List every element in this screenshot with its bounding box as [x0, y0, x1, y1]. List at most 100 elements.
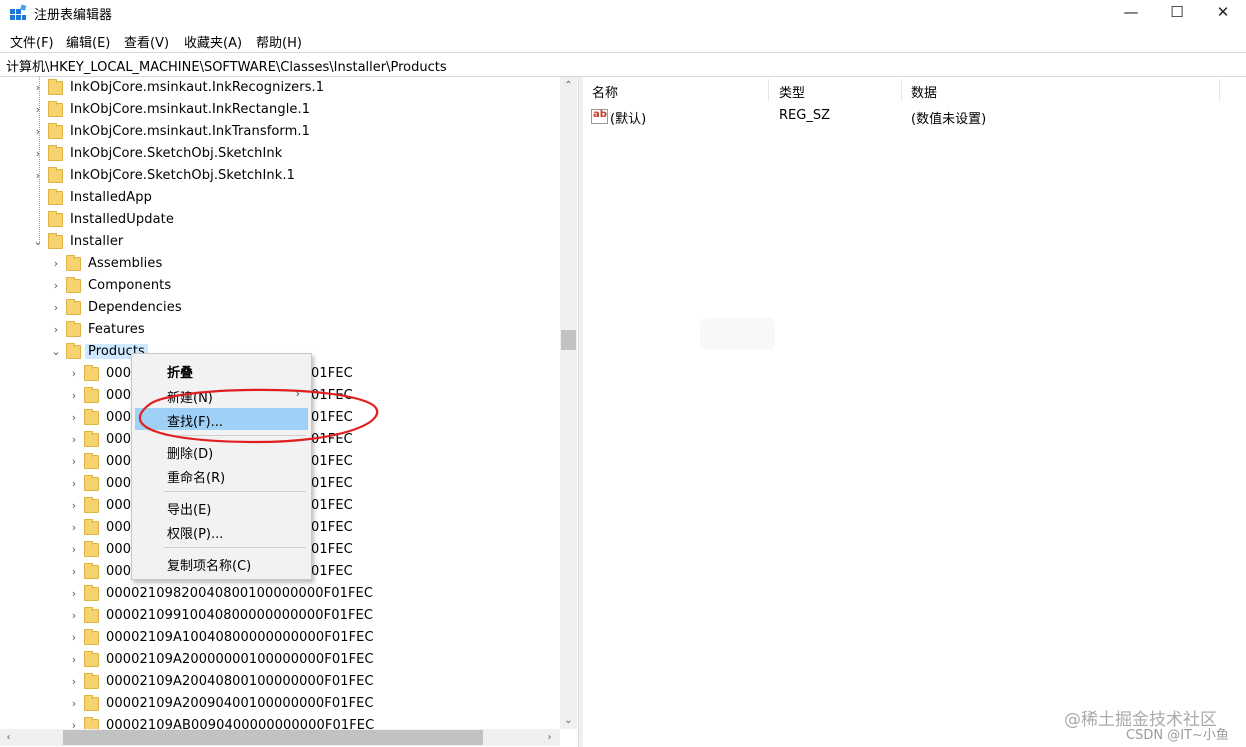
- tree-node-label[interactable]: 00002109820040800100000000F01FEC: [106, 586, 373, 601]
- menu-item-rename[interactable]: 重命名(R): [135, 464, 308, 486]
- tree-node[interactable]: › Assemblies: [0, 254, 560, 276]
- minimize-button[interactable]: —: [1108, 0, 1154, 26]
- expand-chevron-icon[interactable]: ›: [69, 544, 79, 556]
- tree-node[interactable]: › 00002109820040800100000000F01FEC: [0, 584, 560, 606]
- tree-node-label[interactable]: Features: [88, 322, 145, 337]
- expand-chevron-icon[interactable]: ›: [51, 324, 61, 336]
- tree-node-label[interactable]: 000: [106, 388, 131, 403]
- tree-node-label[interactable]: 00002109910040800000000000F01FEC: [106, 608, 373, 623]
- tree-node-label[interactable]: InkObjCore.SketchObj.SketchInk: [70, 146, 282, 161]
- tree-node-label[interactable]: Components: [88, 278, 171, 293]
- tree-node-label[interactable]: 000: [106, 520, 131, 535]
- column-separator[interactable]: [768, 79, 769, 101]
- values-pane[interactable]: 名称 类型 数据 ab (默认) REG_SZ (数值未设置): [583, 77, 1246, 747]
- expand-chevron-icon[interactable]: ›: [33, 104, 43, 116]
- address-bar[interactable]: 计算机\HKEY_LOCAL_MACHINE\SOFTWARE\Classes\…: [0, 52, 1246, 77]
- expand-chevron-icon[interactable]: ›: [69, 368, 79, 380]
- tree-node[interactable]: InstalledUpdate: [0, 210, 560, 232]
- tree-node-label[interactable]: InkObjCore.msinkaut.InkRecognizers.1: [70, 80, 324, 95]
- menu-favorites[interactable]: 收藏夹(A): [184, 32, 242, 51]
- menu-item-find[interactable]: 查找(F)...: [135, 408, 308, 430]
- tree-node[interactable]: › InkObjCore.msinkaut.InkRectangle.1: [0, 100, 560, 122]
- tree-node-label[interactable]: 000: [106, 454, 131, 469]
- expand-chevron-icon[interactable]: ›: [51, 302, 61, 314]
- expand-chevron-icon[interactable]: ›: [69, 566, 79, 578]
- column-header-data[interactable]: 数据: [911, 82, 937, 102]
- expand-chevron-icon[interactable]: ›: [69, 698, 79, 710]
- tree-node[interactable]: › InkObjCore.msinkaut.InkRecognizers.1: [0, 78, 560, 100]
- expand-chevron-icon[interactable]: ›: [69, 500, 79, 512]
- tree-node[interactable]: › InkObjCore.SketchObj.SketchInk: [0, 144, 560, 166]
- menu-item-export[interactable]: 导出(E): [135, 496, 308, 518]
- scroll-left-arrow-icon[interactable]: ‹: [0, 729, 17, 746]
- collapse-chevron-icon[interactable]: ⌄: [33, 236, 43, 248]
- menu-help[interactable]: 帮助(H): [256, 32, 302, 51]
- expand-chevron-icon[interactable]: ›: [33, 148, 43, 160]
- menu-item-new[interactable]: 新建(N) ›: [135, 384, 308, 406]
- expand-chevron-icon[interactable]: ›: [69, 478, 79, 490]
- scroll-thumb[interactable]: [561, 330, 576, 350]
- tree-node-label[interactable]: InstalledUpdate: [70, 212, 174, 227]
- column-separator[interactable]: [901, 79, 902, 101]
- address-path[interactable]: 计算机\HKEY_LOCAL_MACHINE\SOFTWARE\Classes\…: [6, 56, 447, 75]
- tree-node[interactable]: ⌄ Installer: [0, 232, 560, 254]
- scroll-right-arrow-icon[interactable]: ›: [541, 729, 558, 746]
- menu-view[interactable]: 查看(V): [124, 32, 169, 51]
- tree-node-label[interactable]: 00002109A20040800100000000F01FEC: [106, 674, 374, 689]
- tree-node[interactable]: › Components: [0, 276, 560, 298]
- expand-chevron-icon[interactable]: ›: [69, 456, 79, 468]
- column-header-name[interactable]: 名称: [592, 82, 618, 102]
- tree-node-label[interactable]: 000: [106, 432, 131, 447]
- menu-item-copy-key-name[interactable]: 复制项名称(C): [135, 552, 308, 574]
- expand-chevron-icon[interactable]: ›: [69, 588, 79, 600]
- tree-node-label[interactable]: 000: [106, 564, 131, 579]
- tree-node-label[interactable]: InkObjCore.msinkaut.InkRectangle.1: [70, 102, 310, 117]
- expand-chevron-icon[interactable]: ›: [69, 632, 79, 644]
- expand-chevron-icon[interactable]: ›: [69, 610, 79, 622]
- close-button[interactable]: ✕: [1200, 0, 1246, 26]
- tree-node-label[interactable]: 000: [106, 476, 131, 491]
- tree-node-label[interactable]: InstalledApp: [70, 190, 152, 205]
- hscroll-thumb[interactable]: [63, 730, 483, 745]
- expand-chevron-icon[interactable]: ›: [69, 522, 79, 534]
- tree-node[interactable]: › 00002109910040800000000000F01FEC: [0, 606, 560, 628]
- tree-node[interactable]: › 00002109A20000000100000000F01FEC: [0, 650, 560, 672]
- column-separator[interactable]: [1219, 79, 1220, 101]
- expand-chevron-icon[interactable]: ›: [51, 280, 61, 292]
- menu-item-collapse[interactable]: 折叠: [135, 359, 308, 381]
- collapse-chevron-icon[interactable]: ⌄: [51, 346, 61, 358]
- tree-node-label[interactable]: 000: [106, 410, 131, 425]
- menu-edit[interactable]: 编辑(E): [66, 32, 110, 51]
- expand-chevron-icon[interactable]: ›: [69, 434, 79, 446]
- tree-vertical-scrollbar[interactable]: ⌃ ⌄: [560, 77, 577, 729]
- scroll-down-arrow-icon[interactable]: ⌄: [560, 712, 577, 729]
- tree-node[interactable]: › InkObjCore.SketchObj.SketchInk.1: [0, 166, 560, 188]
- expand-chevron-icon[interactable]: ›: [51, 258, 61, 270]
- tree-node-label[interactable]: 00002109A20090400100000000F01FEC: [106, 696, 374, 711]
- expand-chevron-icon[interactable]: ›: [69, 390, 79, 402]
- tree-node-label[interactable]: 00002109A20000000100000000F01FEC: [106, 652, 374, 667]
- tree-node-label[interactable]: InkObjCore.msinkaut.InkTransform.1: [70, 124, 310, 139]
- tree-node[interactable]: › 00002109A20090400100000000F01FEC: [0, 694, 560, 716]
- value-row[interactable]: ab (默认) REG_SZ (数值未设置): [583, 105, 1223, 127]
- tree-node-label[interactable]: InkObjCore.SketchObj.SketchInk.1: [70, 168, 295, 183]
- tree-node[interactable]: › Dependencies: [0, 298, 560, 320]
- expand-chevron-icon[interactable]: ›: [69, 654, 79, 666]
- tree-node-label[interactable]: Installer: [70, 234, 123, 249]
- tree-node[interactable]: › 00002109A10040800000000000F01FEC: [0, 628, 560, 650]
- expand-chevron-icon[interactable]: ›: [33, 82, 43, 94]
- scroll-up-arrow-icon[interactable]: ⌃: [560, 77, 577, 94]
- tree-node-label[interactable]: 00002109A10040800000000000F01FEC: [106, 630, 374, 645]
- expand-chevron-icon[interactable]: ›: [33, 126, 43, 138]
- tree-node[interactable]: › InkObjCore.msinkaut.InkTransform.1: [0, 122, 560, 144]
- tree-node-label[interactable]: Dependencies: [88, 300, 182, 315]
- tree-node[interactable]: InstalledApp: [0, 188, 560, 210]
- menu-item-delete[interactable]: 删除(D): [135, 440, 308, 462]
- tree-node[interactable]: › 00002109A20040800100000000F01FEC: [0, 672, 560, 694]
- expand-chevron-icon[interactable]: ›: [33, 170, 43, 182]
- expand-chevron-icon[interactable]: ›: [69, 412, 79, 424]
- tree-node-label[interactable]: Assemblies: [88, 256, 162, 271]
- expand-chevron-icon[interactable]: ›: [69, 676, 79, 688]
- tree-node[interactable]: › Features: [0, 320, 560, 342]
- tree-node-label[interactable]: 000: [106, 366, 131, 381]
